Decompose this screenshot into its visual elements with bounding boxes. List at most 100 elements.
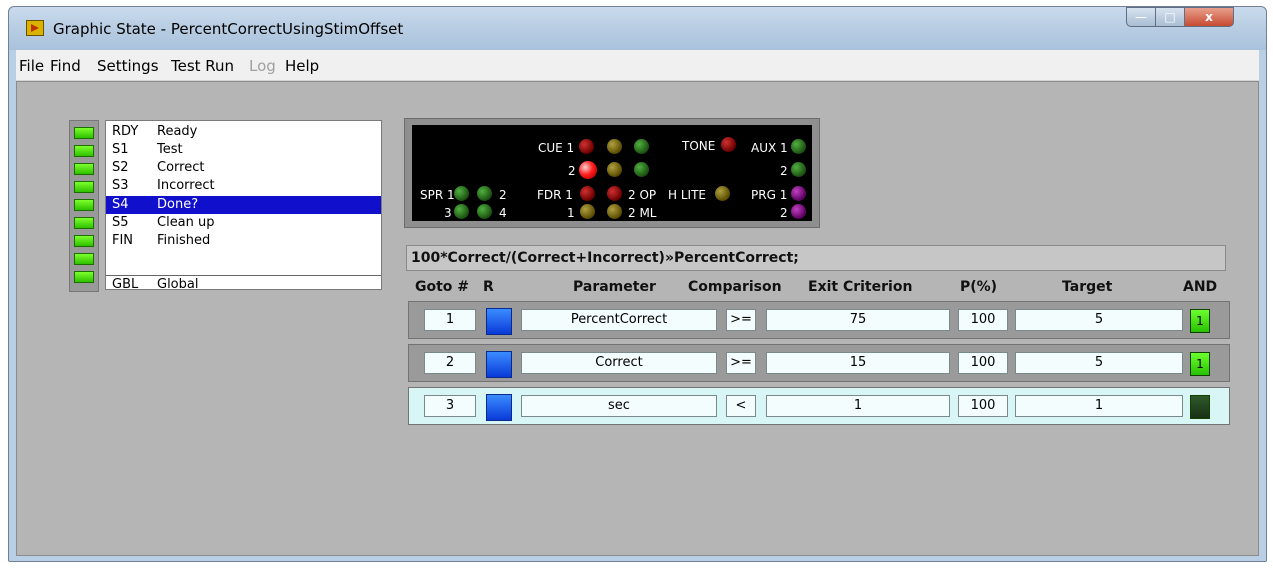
state-code: GBL bbox=[112, 277, 139, 292]
menu-help[interactable]: Help bbox=[285, 57, 319, 75]
parameter-field[interactable]: PercentCorrect bbox=[521, 309, 717, 331]
menu-bar: File Find Settings Test Run Log Help bbox=[16, 50, 1259, 81]
aux2-led-icon bbox=[791, 162, 806, 177]
state-label: Clean up bbox=[157, 215, 215, 230]
app-window: Graphic State - PercentCorrectUsingStimO… bbox=[8, 6, 1267, 562]
header-comparison: Comparison bbox=[688, 279, 782, 295]
goto-field[interactable]: 1 bbox=[424, 309, 476, 331]
spr1-label: SPR 1 bbox=[420, 188, 455, 202]
fdr1-led-icon bbox=[580, 186, 595, 201]
p-percent-field[interactable]: 100 bbox=[958, 395, 1008, 417]
parameter-field[interactable]: sec bbox=[521, 395, 717, 417]
and-toggle[interactable]: 1 bbox=[1190, 352, 1210, 376]
state-lamps bbox=[69, 120, 99, 292]
cue2-led-icon bbox=[607, 162, 622, 177]
state-lamp bbox=[74, 235, 94, 247]
state-item-clean-up[interactable]: S5 Clean up bbox=[106, 214, 381, 232]
target-field[interactable]: 5 bbox=[1015, 309, 1183, 331]
exit-criterion-field[interactable]: 1 bbox=[766, 395, 950, 417]
state-code: S5 bbox=[112, 215, 129, 230]
parameter-field[interactable]: Correct bbox=[521, 352, 717, 374]
cue2-led-icon bbox=[634, 162, 649, 177]
menu-file[interactable]: File bbox=[19, 57, 44, 75]
state-item-global[interactable]: GBL Global bbox=[106, 276, 381, 294]
header-goto: Goto # bbox=[415, 279, 470, 295]
menu-log: Log bbox=[249, 57, 276, 75]
op-led-icon bbox=[607, 186, 622, 201]
state-code: FIN bbox=[112, 233, 134, 248]
goto-field[interactable]: 3 bbox=[424, 395, 476, 417]
state-lamp bbox=[74, 253, 94, 265]
r-button[interactable] bbox=[486, 308, 512, 335]
r-button[interactable] bbox=[486, 351, 512, 378]
close-button[interactable]: x bbox=[1184, 7, 1234, 27]
prg1-led-icon bbox=[791, 186, 806, 201]
aux2-label: 2 bbox=[780, 164, 788, 178]
state-item-incorrect[interactable]: S3 Incorrect bbox=[106, 177, 381, 195]
r-button[interactable] bbox=[486, 394, 512, 421]
state-lamp bbox=[74, 163, 94, 175]
exit-criterion-field[interactable]: 15 bbox=[766, 352, 950, 374]
maximize-button[interactable]: □ bbox=[1155, 7, 1185, 27]
title-bar[interactable]: Graphic State - PercentCorrectUsingStimO… bbox=[9, 7, 1266, 50]
tone-led-icon bbox=[721, 137, 736, 152]
state-label: Incorrect bbox=[157, 178, 215, 193]
state-label: Done? bbox=[157, 197, 199, 212]
comparison-field[interactable]: < bbox=[726, 395, 756, 417]
ml-label: 2 ML bbox=[628, 206, 657, 220]
state-lamp bbox=[74, 181, 94, 193]
cue2-led-icon bbox=[579, 161, 597, 179]
state-label: Ready bbox=[157, 124, 198, 139]
header-target: Target bbox=[1062, 279, 1113, 295]
and-toggle[interactable]: 1 bbox=[1190, 309, 1210, 333]
indicator-panel: CUE 1 2 TONE AUX 1 2 SPR 1 2 3 4 FDR 1 2… bbox=[412, 125, 812, 221]
state-label: Correct bbox=[157, 160, 205, 175]
window-title: Graphic State - PercentCorrectUsingStimO… bbox=[53, 20, 404, 38]
menu-find[interactable]: Find bbox=[50, 57, 81, 75]
state-item-correct[interactable]: S2 Correct bbox=[106, 159, 381, 177]
state-lamp bbox=[74, 271, 94, 283]
spr2-led-icon bbox=[477, 186, 492, 201]
target-field[interactable]: 1 bbox=[1015, 395, 1183, 417]
p-percent-field[interactable]: 100 bbox=[958, 352, 1008, 374]
comparison-field[interactable]: >= bbox=[726, 352, 756, 374]
exit-row-1: 1 PercentCorrect >= 75 100 5 1 bbox=[408, 301, 1230, 339]
header-and: AND bbox=[1183, 279, 1218, 295]
header-p-percent: P(%) bbox=[960, 279, 998, 295]
exit-criterion-field[interactable]: 75 bbox=[766, 309, 950, 331]
header-exit-criterion: Exit Criterion bbox=[808, 279, 913, 295]
prg2-label: 2 bbox=[780, 206, 788, 220]
cue1-led-icon bbox=[607, 139, 622, 154]
p-percent-field[interactable]: 100 bbox=[958, 309, 1008, 331]
exit-row-2: 2 Correct >= 15 100 5 1 bbox=[408, 344, 1230, 382]
ml-led-icon bbox=[607, 204, 622, 219]
state-item-ready[interactable]: RDY Ready bbox=[106, 123, 381, 141]
exit-row-3: 3 sec < 1 100 1 bbox=[408, 387, 1230, 425]
formula-display[interactable]: 100*Correct/(Correct+Incorrect)»PercentC… bbox=[406, 245, 1226, 271]
hlite-led-icon bbox=[715, 186, 730, 201]
target-field[interactable]: 5 bbox=[1015, 352, 1183, 374]
menu-test-run[interactable]: Test Run bbox=[171, 57, 234, 75]
state-code: S1 bbox=[112, 142, 129, 157]
minimize-button[interactable]: — bbox=[1126, 7, 1156, 27]
state-item-done-selected[interactable]: S4 Done? bbox=[106, 196, 381, 214]
fdr1-label: FDR 1 bbox=[537, 188, 573, 202]
spr1-led-icon bbox=[454, 186, 469, 201]
prg1-label: PRG 1 bbox=[751, 188, 788, 202]
labview-app-icon bbox=[26, 20, 44, 36]
cue1-label: CUE 1 bbox=[538, 141, 575, 155]
and-toggle[interactable] bbox=[1190, 395, 1210, 419]
state-item-finished[interactable]: FIN Finished bbox=[106, 232, 381, 250]
cue2-label: 2 bbox=[568, 164, 576, 178]
op-label: 2 OP bbox=[628, 188, 657, 202]
state-code: S2 bbox=[112, 160, 129, 175]
state-lamp bbox=[74, 217, 94, 229]
header-r: R bbox=[483, 279, 494, 295]
goto-field[interactable]: 2 bbox=[424, 352, 476, 374]
menu-settings[interactable]: Settings bbox=[97, 57, 159, 75]
spr3-led-icon bbox=[454, 204, 469, 219]
state-lamp bbox=[74, 145, 94, 157]
comparison-field[interactable]: >= bbox=[726, 309, 756, 331]
state-item-test[interactable]: S1 Test bbox=[106, 141, 381, 159]
state-list[interactable]: RDY Ready S1 Test S2 Correct S3 Incorrec… bbox=[105, 120, 382, 292]
